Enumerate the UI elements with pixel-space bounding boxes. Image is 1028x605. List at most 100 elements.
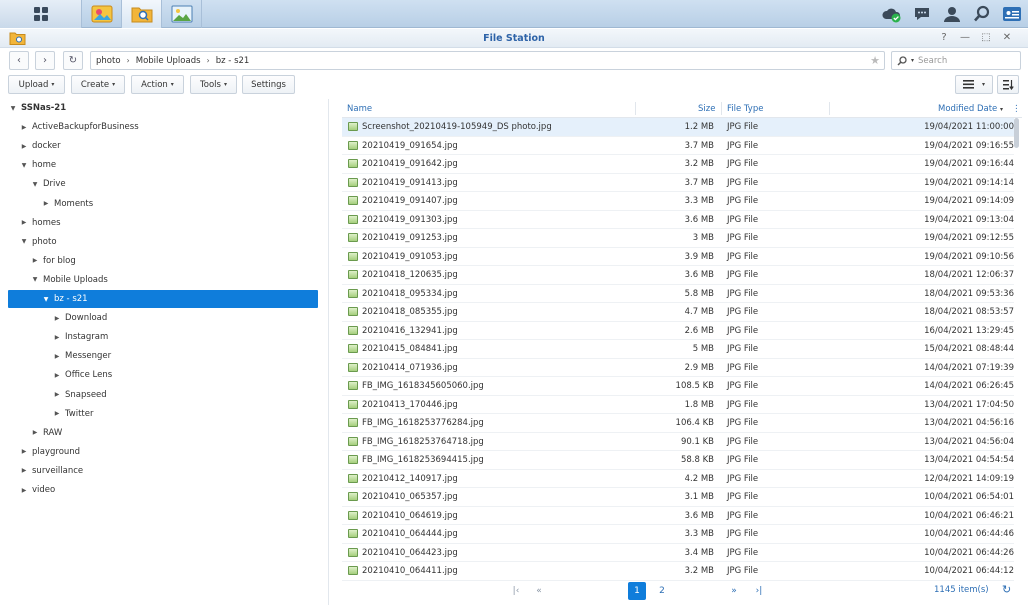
tree-item[interactable]: ▶ Messenger xyxy=(8,347,318,365)
tree-item[interactable]: ▶ RAW xyxy=(8,424,318,442)
upload-button[interactable]: Upload ▾ xyxy=(8,75,65,94)
table-row[interactable]: 20210419_091654.jpg 3.7 MB JPG File 19/04/2… xyxy=(342,137,1014,155)
caret-down-icon[interactable]: ▼ xyxy=(19,162,29,169)
table-row[interactable]: 20210416_132941.jpg 2.6 MB JPG File 16/04/2… xyxy=(342,322,1014,340)
table-row[interactable]: FB_IMG_1618253764718.jpg 90.1 KB JPG File 1… xyxy=(342,433,1014,451)
table-row[interactable]: 20210413_170446.jpg 1.8 MB JPG File 13/04/2… xyxy=(342,396,1014,414)
table-row[interactable]: 20210418_095334.jpg 5.8 MB JPG File 18/04/2… xyxy=(342,285,1014,303)
tree-item[interactable]: ▶ Download xyxy=(8,309,318,327)
next-page-icon[interactable]: » xyxy=(726,582,742,600)
refresh-location-button[interactable]: ↻ xyxy=(63,51,83,70)
scrollbar[interactable] xyxy=(1014,118,1019,148)
caret-right-icon[interactable]: ▶ xyxy=(52,410,62,417)
caret-right-icon[interactable]: ▶ xyxy=(19,467,29,474)
table-row[interactable]: 20210412_140917.jpg 4.2 MB JPG File 12/04/2… xyxy=(342,470,1014,488)
caret-right-icon[interactable]: ▶ xyxy=(19,219,29,226)
tree-item[interactable]: ▼ Drive xyxy=(8,175,318,193)
page-button-current[interactable]: 1 xyxy=(628,582,646,600)
action-button[interactable]: Action ▾ xyxy=(131,75,184,94)
caret-down-icon[interactable]: ▼ xyxy=(19,238,29,245)
taskbar-search-button[interactable] xyxy=(970,2,994,26)
back-button[interactable]: ‹ xyxy=(9,51,29,70)
notifications-button[interactable] xyxy=(910,2,934,26)
tree-item[interactable]: ▶ ActiveBackupforBusiness xyxy=(8,118,318,136)
table-row[interactable]: 20210418_120635.jpg 3.6 MB JPG File 18/04/2… xyxy=(342,266,1014,285)
tree-item[interactable]: ▶ video xyxy=(8,481,318,499)
maximize-button[interactable]: ⬚ xyxy=(979,32,993,43)
search-input[interactable]: ▾ Search xyxy=(891,51,1021,70)
settings-button[interactable]: Settings xyxy=(242,75,295,94)
table-row[interactable]: 20210410_064423.jpg 3.4 MB JPG File 10/04/2… xyxy=(342,544,1014,562)
caret-right-icon[interactable]: ▶ xyxy=(19,124,29,131)
caret-right-icon[interactable]: ▶ xyxy=(30,257,40,264)
first-page-icon[interactable]: |‹ xyxy=(509,582,523,600)
column-divider[interactable] xyxy=(635,102,636,115)
tree-item[interactable]: ▶ Moments xyxy=(8,195,318,213)
table-row[interactable]: 20210410_064444.jpg 3.3 MB JPG File 10/04/2… xyxy=(342,525,1014,544)
help-button[interactable]: ? xyxy=(937,32,951,43)
caret-right-icon[interactable]: ▶ xyxy=(19,143,29,150)
breadcrumb-item[interactable]: bz - s21 xyxy=(216,56,250,66)
tree-item[interactable]: ▼ home xyxy=(8,156,318,174)
tree-item[interactable]: ▶ homes xyxy=(8,214,318,232)
view-mode-button[interactable]: ▾ xyxy=(955,75,993,94)
table-row[interactable]: 20210410_064411.jpg 3.2 MB JPG File 10/04/2… xyxy=(342,562,1014,581)
sort-button[interactable] xyxy=(997,75,1019,94)
refresh-icon[interactable]: ↻ xyxy=(1002,583,1011,596)
caret-down-icon[interactable]: ▼ xyxy=(41,296,51,303)
table-row[interactable]: 20210419_091303.jpg 3.6 MB JPG File 19/04/2… xyxy=(342,211,1014,229)
table-row[interactable]: Screenshot_20210419-105949_DS photo.jpg 1… xyxy=(342,118,1014,137)
page-button[interactable]: 2 xyxy=(655,582,669,600)
main-menu-button[interactable] xyxy=(0,0,82,28)
forward-button[interactable]: › xyxy=(35,51,55,70)
tree-item[interactable]: ▼ photo xyxy=(8,233,318,251)
tree-item[interactable]: ▼ Mobile Uploads xyxy=(8,271,318,289)
last-page-icon[interactable]: ›| xyxy=(752,582,766,600)
image-viewer-taskbar-button[interactable] xyxy=(162,0,202,28)
caret-right-icon[interactable]: ▶ xyxy=(19,487,29,494)
table-row[interactable]: 20210415_084841.jpg 5 MB JPG File 15/04/202… xyxy=(342,340,1014,359)
tree-item[interactable]: ▶ Instagram xyxy=(8,328,318,346)
breadcrumb[interactable]: photo › Mobile Uploads › bz - s21 ★ xyxy=(90,51,885,70)
tree-item[interactable]: ▼ SSNas-21 xyxy=(8,99,318,117)
previous-page-icon[interactable]: « xyxy=(532,582,546,600)
table-row[interactable]: 20210419_091407.jpg 3.3 MB JPG File 19/04/2… xyxy=(342,192,1014,211)
column-header-type[interactable]: File Type xyxy=(727,104,763,114)
tree-item[interactable]: ▶ docker xyxy=(8,137,318,155)
star-icon[interactable]: ★ xyxy=(870,54,880,67)
close-button[interactable]: ✕ xyxy=(1000,32,1014,43)
column-header-size[interactable]: Size xyxy=(698,104,715,114)
caret-down-icon[interactable]: ▼ xyxy=(30,276,40,283)
tree-item[interactable]: ▶ surveillance xyxy=(8,462,318,480)
caret-down-icon[interactable]: ▼ xyxy=(30,181,40,188)
table-row[interactable]: 20210410_064619.jpg 3.6 MB JPG File 10/04/2… xyxy=(342,507,1014,525)
caret-right-icon[interactable]: ▶ xyxy=(52,334,62,341)
column-header-modified[interactable]: Modified Date ▾ xyxy=(938,104,1003,114)
caret-right-icon[interactable]: ▶ xyxy=(52,315,62,322)
tree-item[interactable]: ▶ Twitter xyxy=(8,405,318,423)
table-row[interactable]: 20210418_085355.jpg 4.7 MB JPG File 18/04/2… xyxy=(342,303,1014,322)
table-row[interactable]: FB_IMG_1618253776284.jpg 106.4 KB JPG File… xyxy=(342,414,1014,433)
tree-item[interactable]: ▶ playground xyxy=(8,443,318,461)
caret-right-icon[interactable]: ▶ xyxy=(19,448,29,455)
tree-item[interactable]: ▼ bz - s21 xyxy=(8,290,318,308)
user-button[interactable] xyxy=(940,2,964,26)
caret-right-icon[interactable]: ▶ xyxy=(52,391,62,398)
minimize-button[interactable]: — xyxy=(958,32,972,43)
widgets-button[interactable] xyxy=(1000,2,1024,26)
column-header-name[interactable]: Name xyxy=(347,104,372,114)
column-divider[interactable] xyxy=(829,102,830,115)
caret-down-icon[interactable]: ▼ xyxy=(8,105,18,112)
table-row[interactable]: 20210414_071936.jpg 2.9 MB JPG File 14/04/2… xyxy=(342,359,1014,377)
table-row[interactable]: 20210419_091253.jpg 3 MB JPG File 19/04/202… xyxy=(342,229,1014,248)
file-station-taskbar-button[interactable] xyxy=(122,0,162,28)
caret-right-icon[interactable]: ▶ xyxy=(41,200,51,207)
tree-item[interactable]: ▶ for blog xyxy=(8,252,318,270)
table-row[interactable]: 20210419_091413.jpg 3.7 MB JPG File 19/04/2… xyxy=(342,174,1014,192)
table-row[interactable]: FB_IMG_1618253694415.jpg 58.8 KB JPG File 1… xyxy=(342,451,1014,470)
caret-right-icon[interactable]: ▶ xyxy=(52,353,62,360)
tree-item[interactable]: ▶ Office Lens xyxy=(8,366,318,384)
table-row[interactable]: 20210410_065357.jpg 3.1 MB JPG File 10/04/2… xyxy=(342,488,1014,507)
photo-station-taskbar-button[interactable] xyxy=(82,0,122,28)
caret-right-icon[interactable]: ▶ xyxy=(52,372,62,379)
